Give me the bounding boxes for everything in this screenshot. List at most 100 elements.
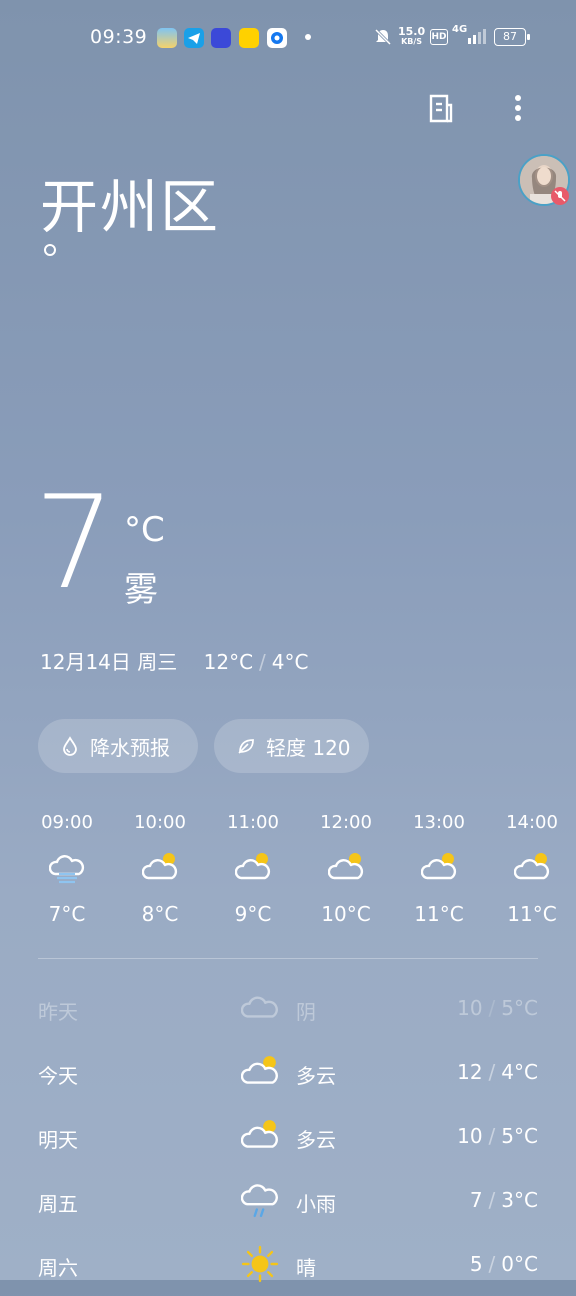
- day-range-separator: /: [488, 1252, 496, 1276]
- day-high: 12: [457, 1060, 483, 1084]
- droplet-icon: [63, 736, 77, 756]
- day-icon: [240, 1116, 280, 1156]
- day-low: 5°C: [501, 1124, 538, 1148]
- battery-indicator: 87: [494, 28, 530, 46]
- air-quality-label: 轻度 120: [266, 735, 351, 760]
- day-low: 3°C: [501, 1188, 538, 1212]
- partly-cloudy-icon: [142, 853, 178, 880]
- hour-temp: 11°C: [507, 902, 557, 926]
- fog-cloud-icon: [49, 855, 85, 884]
- hour-temp: 9°C: [234, 902, 272, 926]
- meituan-app-icon: [239, 28, 259, 48]
- air-quality-button[interactable]: 轻度 120: [214, 719, 369, 773]
- weather-app-icon: [157, 28, 177, 48]
- hour-time: 11:00: [227, 812, 279, 833]
- day-condition: 晴: [296, 1256, 316, 1280]
- status-bar: 09:39 15.0 KB/S HD 4G 87: [0, 0, 576, 76]
- day-name: 明天: [38, 1128, 78, 1152]
- day-name: 周六: [38, 1256, 78, 1280]
- day-icon: [240, 1052, 280, 1092]
- hour-icon: [218, 838, 288, 898]
- hour-temp: 8°C: [141, 902, 179, 926]
- hd-badge: HD: [430, 29, 448, 45]
- more-notifications-dot: [305, 34, 311, 40]
- day-icon: [240, 988, 280, 1028]
- today-low: 4°C: [271, 650, 309, 674]
- net-speed-unit: KB/S: [401, 37, 423, 46]
- precipitation-label: 降水预报: [90, 735, 170, 760]
- day-range-separator: /: [488, 1124, 496, 1148]
- network-type: 4G: [452, 24, 468, 35]
- day-condition: 小雨: [296, 1192, 336, 1216]
- daily-row[interactable]: 周五 小雨 7/3°C: [38, 1168, 538, 1232]
- telegram-app-icon: [184, 28, 204, 48]
- more-options-button[interactable]: [498, 88, 538, 128]
- day-name: 周五: [38, 1192, 78, 1216]
- day-range-separator: /: [488, 1188, 496, 1212]
- partly-cloudy-icon: [514, 853, 550, 880]
- hourly-item: 14:00 11°C: [497, 812, 567, 926]
- day-high: 10: [457, 996, 483, 1020]
- partly-cloudy-icon: [328, 853, 364, 880]
- partly-cloudy-icon: [241, 1120, 278, 1148]
- partly-cloudy-icon: [241, 1056, 278, 1084]
- net-speed: 15.0 KB/S: [398, 26, 425, 46]
- day-range-separator: /: [488, 996, 496, 1020]
- daily-row[interactable]: 周六 晴 5/0°C: [38, 1232, 538, 1296]
- city-management-button[interactable]: [421, 88, 461, 128]
- day-low: 5°C: [501, 996, 538, 1020]
- city-name: 开州区: [40, 173, 221, 241]
- current-condition: 雾: [124, 570, 158, 610]
- hour-icon: [125, 838, 195, 898]
- partly-cloudy-icon: [235, 853, 271, 880]
- temperature-unit: °C: [124, 510, 165, 550]
- hour-temp: 7°C: [48, 902, 86, 926]
- current-temperature: 7: [34, 469, 116, 618]
- hourly-item: 11:00 9°C: [218, 812, 288, 926]
- date-summary: 12月14日 周三 12°C/4°C: [40, 646, 309, 675]
- net-speed-value: 15.0: [398, 25, 426, 38]
- chat-app-icon: [211, 28, 231, 48]
- hourly-item: 12:00 10°C: [311, 812, 381, 926]
- status-time: 09:39: [90, 26, 148, 48]
- hourly-item: 10:00 8°C: [125, 812, 195, 926]
- day-low: 0°C: [501, 1252, 538, 1276]
- day-low: 4°C: [501, 1060, 538, 1084]
- hourly-item: 13:00 11°C: [404, 812, 474, 926]
- mic-off-badge: [551, 187, 569, 205]
- day-icon: [240, 1244, 280, 1284]
- leaf-icon: [238, 739, 254, 754]
- hour-time: 09:00: [41, 812, 93, 833]
- hour-time: 10:00: [134, 812, 186, 833]
- partly-cloudy-icon: [421, 853, 457, 880]
- daily-row[interactable]: 今天 多云 12/4°C: [38, 1040, 538, 1104]
- day-name: 昨天: [38, 1000, 78, 1024]
- hour-time: 12:00: [320, 812, 372, 833]
- signal-icon: [468, 28, 486, 48]
- hour-temp: 10°C: [321, 902, 371, 926]
- browser-app-icon: [267, 28, 287, 48]
- hour-icon: [404, 838, 474, 898]
- divider: [38, 958, 538, 959]
- precipitation-forecast-button[interactable]: 降水预报: [38, 719, 198, 773]
- hour-icon: [32, 838, 102, 898]
- light-rain-icon: [241, 1184, 278, 1218]
- day-range: 5/0°C: [470, 1252, 538, 1276]
- range-separator: /: [259, 650, 266, 674]
- daily-row[interactable]: 明天 多云 10/5°C: [38, 1104, 538, 1168]
- more-vertical-icon: [515, 95, 521, 121]
- building-icon: [429, 94, 453, 123]
- sun-icon: [241, 1245, 279, 1283]
- day-range: 10/5°C: [457, 996, 538, 1020]
- day-high: 10: [457, 1124, 483, 1148]
- day-range: 12/4°C: [457, 1060, 538, 1084]
- current-date: 12月14日 周三: [40, 650, 178, 674]
- hourly-item: 09:00 7°C: [32, 812, 102, 926]
- mic-off-icon: [554, 190, 566, 202]
- today-high: 12°C: [203, 650, 254, 674]
- location-icon: [44, 244, 56, 256]
- hour-time: 14:00: [506, 812, 558, 833]
- daily-row[interactable]: 昨天 阴 10/5°C: [38, 976, 538, 1040]
- day-range-separator: /: [488, 1060, 496, 1084]
- day-high: 5: [469, 1252, 483, 1276]
